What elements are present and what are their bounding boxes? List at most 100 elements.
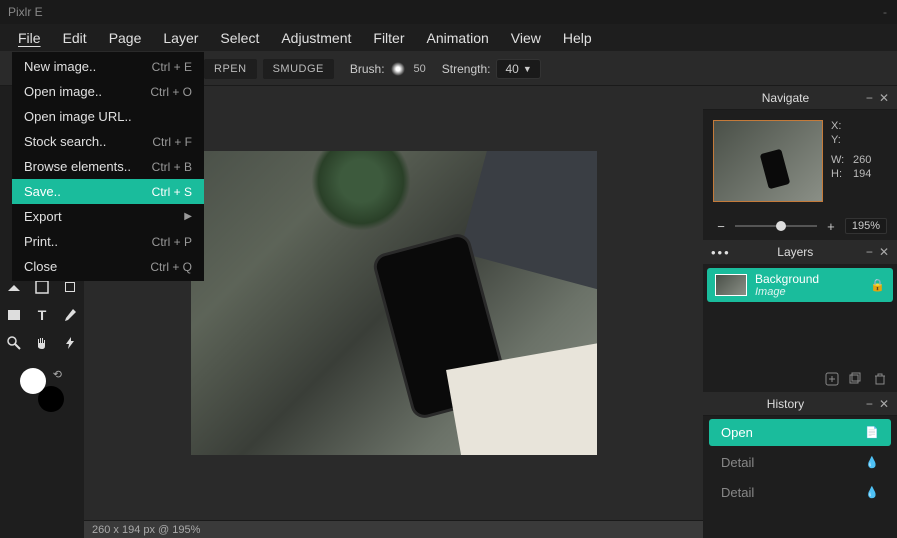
menu-browse-elements[interactable]: Browse elements.. Ctrl + B xyxy=(12,154,204,179)
menubar: File Edit Page Layer Select Adjustment F… xyxy=(0,24,897,52)
menu-item-label: New image.. xyxy=(24,59,96,74)
history-title: History xyxy=(711,397,860,411)
history-label: Detail xyxy=(721,485,754,500)
layers-header: ••• Layers − ✕ xyxy=(703,240,897,264)
minimize-icon[interactable]: − xyxy=(866,91,873,105)
status-text: 260 x 194 px @ 195% xyxy=(92,524,200,536)
menu-layer[interactable]: Layer xyxy=(153,26,208,50)
swap-colors-icon[interactable]: ⟲ xyxy=(53,368,62,381)
strength-label: Strength: xyxy=(442,62,491,76)
menu-help[interactable]: Help xyxy=(553,26,602,50)
menu-print[interactable]: Print.. Ctrl + P xyxy=(12,229,204,254)
menu-edit[interactable]: Edit xyxy=(53,26,97,50)
menu-open-url[interactable]: Open image URL.. xyxy=(12,104,204,129)
menu-item-shortcut: Ctrl + O xyxy=(150,85,192,99)
menu-item-label: Close xyxy=(24,259,57,274)
caret-down-icon: ▼ xyxy=(523,64,532,74)
menu-item-label: Print.. xyxy=(24,234,58,249)
mode-smudge[interactable]: SMUDGE xyxy=(263,59,334,79)
canvas-image[interactable] xyxy=(191,151,597,455)
menu-item-shortcut: Ctrl + B xyxy=(152,160,192,174)
history-item[interactable]: Detail 💧 xyxy=(709,449,891,476)
tool-eyedropper[interactable] xyxy=(57,302,83,328)
close-icon[interactable]: ✕ xyxy=(879,245,889,259)
navigate-info: X: Y: W:260 H:194 xyxy=(831,120,871,202)
menu-open-image[interactable]: Open image.. Ctrl + O xyxy=(12,79,204,104)
delete-layer-icon[interactable] xyxy=(873,372,887,386)
menu-item-label: Save.. xyxy=(24,184,61,199)
right-panel: Navigate − ✕ X: Y: W:260 H:194 − + 195% … xyxy=(703,86,897,538)
menu-filter[interactable]: Filter xyxy=(363,26,414,50)
menu-save[interactable]: Save.. Ctrl + S xyxy=(12,179,204,204)
document-icon: 📄 xyxy=(865,426,879,439)
duplicate-layer-icon[interactable] xyxy=(849,372,863,386)
file-dropdown: New image.. Ctrl + E Open image.. Ctrl +… xyxy=(12,52,204,281)
strength-select[interactable]: 40 ▼ xyxy=(496,59,540,79)
navigate-header: Navigate − ✕ xyxy=(703,86,897,110)
close-icon[interactable]: ✕ xyxy=(879,91,889,105)
nav-y-label: Y: xyxy=(831,134,849,146)
zoom-control: − + 195% xyxy=(703,212,897,240)
mode-rpen[interactable]: RPEN xyxy=(204,59,257,79)
tool-bolt[interactable] xyxy=(57,330,83,356)
menu-item-label: Stock search.. xyxy=(24,134,106,149)
zoom-out-button[interactable]: − xyxy=(713,219,729,234)
navigate-thumbnail[interactable] xyxy=(713,120,823,202)
layer-name: Background xyxy=(755,272,862,286)
menu-select[interactable]: Select xyxy=(210,26,269,50)
drop-icon: 💧 xyxy=(865,456,879,469)
menu-adjustment[interactable]: Adjustment xyxy=(271,26,361,50)
menu-item-label: Open image.. xyxy=(24,84,102,99)
history-header: History − ✕ xyxy=(703,392,897,416)
strength-value: 40 xyxy=(505,62,518,76)
titlebar: Pixlr E - xyxy=(0,0,897,24)
brush-preview[interactable] xyxy=(391,62,405,76)
zoom-in-button[interactable]: + xyxy=(823,219,839,234)
menu-item-label: Export xyxy=(24,209,62,224)
zoom-value[interactable]: 195% xyxy=(845,218,887,234)
nav-h-label: H: xyxy=(831,168,849,180)
color-swatches[interactable]: ⟲ xyxy=(20,368,64,412)
layer-item[interactable]: Background Image 🔒 xyxy=(707,268,893,302)
menu-animation[interactable]: Animation xyxy=(417,26,499,50)
menu-new-image[interactable]: New image.. Ctrl + E xyxy=(12,54,204,79)
menu-item-label: Browse elements.. xyxy=(24,159,131,174)
chevron-right-icon: ▶ xyxy=(184,211,192,222)
lock-icon[interactable]: 🔒 xyxy=(870,278,885,292)
nav-x-label: X: xyxy=(831,120,849,132)
tool-zoom[interactable] xyxy=(1,330,27,356)
history-item[interactable]: Detail 💧 xyxy=(709,479,891,506)
add-layer-icon[interactable] xyxy=(825,372,839,386)
layer-type: Image xyxy=(755,286,862,298)
minimize-icon[interactable]: − xyxy=(866,397,873,411)
brush-size-value[interactable]: 50 xyxy=(414,63,426,75)
menu-item-shortcut: Ctrl + P xyxy=(152,235,192,249)
layers-title: Layers xyxy=(731,245,860,259)
menu-file[interactable]: File xyxy=(8,26,51,50)
svg-text:T: T xyxy=(38,307,47,323)
history-label: Open xyxy=(721,425,753,440)
history-item[interactable]: Open 📄 xyxy=(709,419,891,446)
navigate-title: Navigate xyxy=(711,91,860,105)
layers-options-icon[interactable]: ••• xyxy=(711,245,731,260)
tool-text[interactable]: T xyxy=(29,302,55,328)
layer-thumbnail xyxy=(715,274,747,296)
foreground-color[interactable] xyxy=(20,368,46,394)
menu-stock-search[interactable]: Stock search.. Ctrl + F xyxy=(12,129,204,154)
menu-item-shortcut: Ctrl + S xyxy=(152,185,192,199)
menu-item-shortcut: Ctrl + F xyxy=(152,135,192,149)
nav-h-value: 194 xyxy=(853,168,871,180)
window-controls[interactable]: - xyxy=(883,5,889,19)
menu-close[interactable]: Close Ctrl + Q xyxy=(12,254,204,279)
tool-replace[interactable] xyxy=(1,302,27,328)
drop-icon: 💧 xyxy=(865,486,879,499)
zoom-slider[interactable] xyxy=(735,225,817,227)
close-icon[interactable]: ✕ xyxy=(879,397,889,411)
brush-label: Brush: xyxy=(350,62,385,76)
menu-export[interactable]: Export ▶ xyxy=(12,204,204,229)
tool-hand[interactable] xyxy=(29,330,55,356)
minimize-icon[interactable]: − xyxy=(866,245,873,259)
nav-w-value: 260 xyxy=(853,154,871,166)
menu-page[interactable]: Page xyxy=(99,26,152,50)
menu-view[interactable]: View xyxy=(501,26,551,50)
